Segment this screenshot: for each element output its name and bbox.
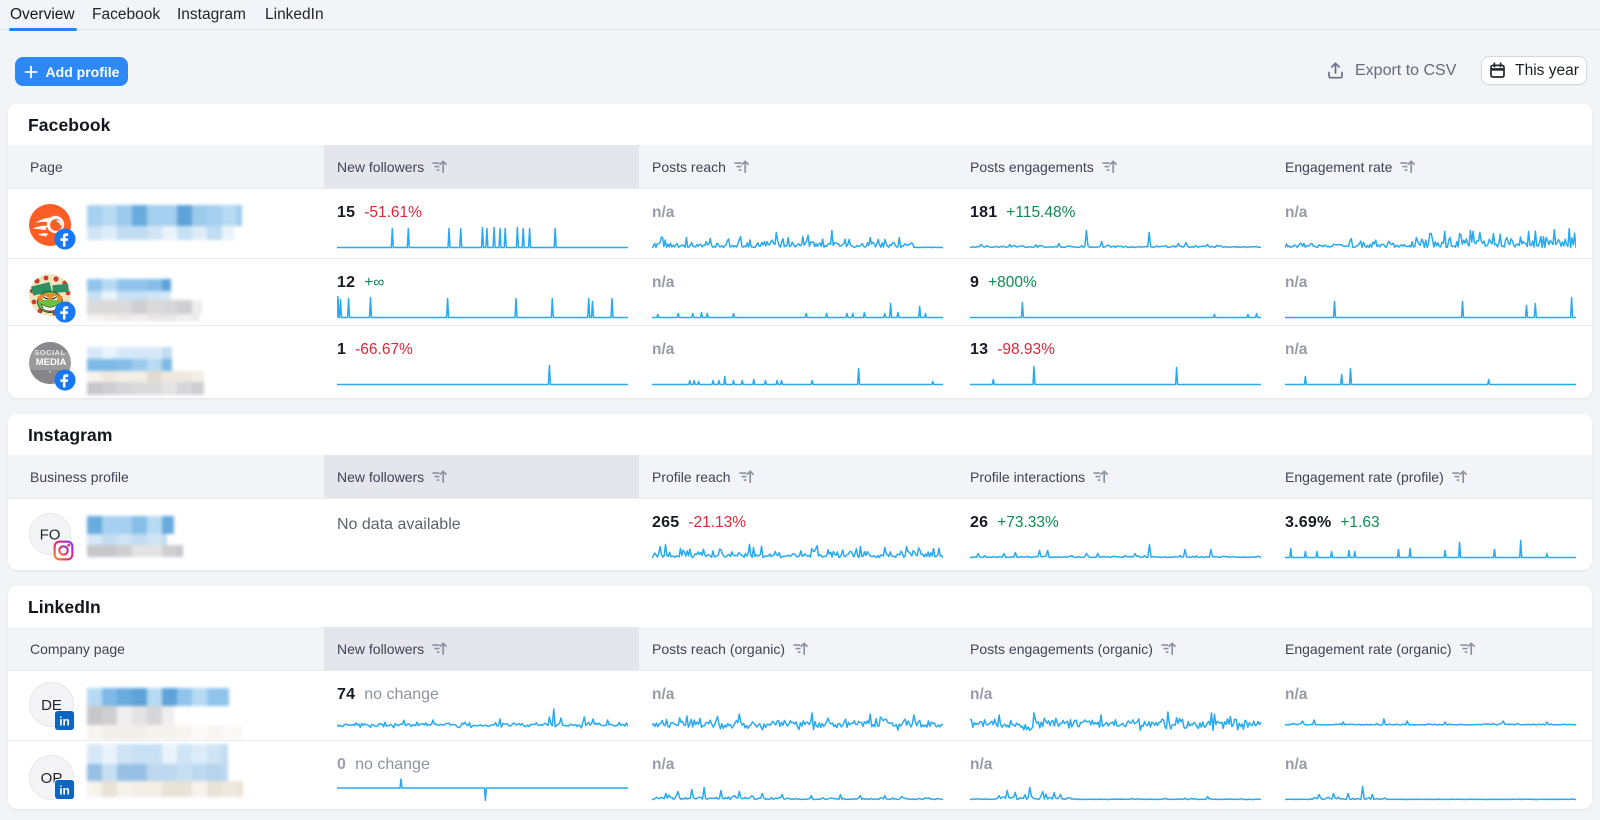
svg-text:in: in xyxy=(59,714,70,728)
svg-text:SOCIAL: SOCIAL xyxy=(34,348,65,357)
svg-text:in: in xyxy=(59,783,70,797)
svg-text:MEDIA: MEDIA xyxy=(36,357,67,368)
